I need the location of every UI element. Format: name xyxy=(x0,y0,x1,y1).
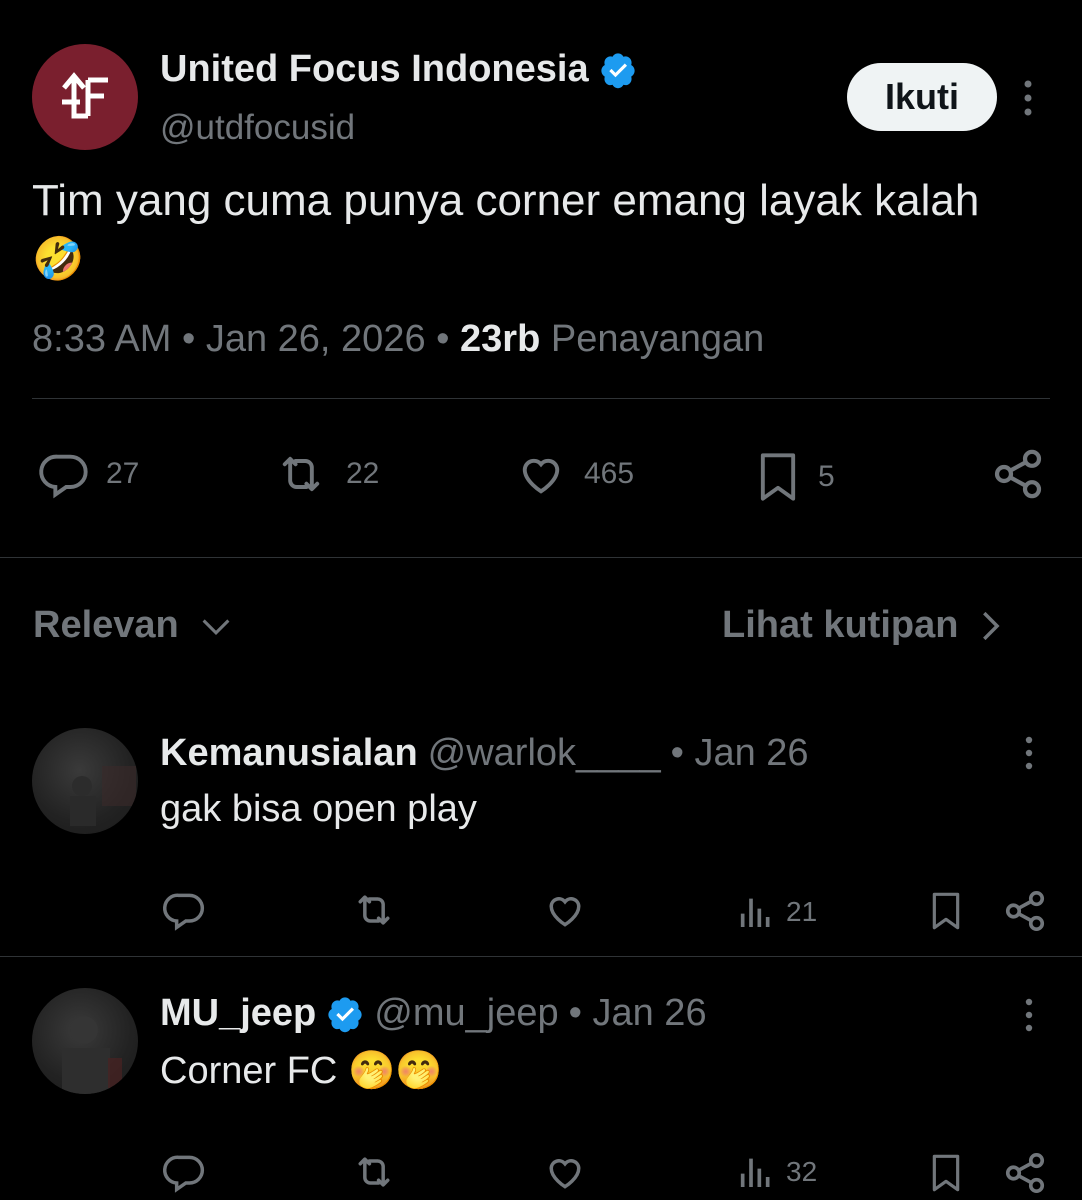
views-icon xyxy=(740,898,770,927)
reply-avatar[interactable] xyxy=(32,988,138,1094)
sort-dropdown[interactable]: Relevan xyxy=(33,604,233,647)
retweet-icon[interactable] xyxy=(350,1150,398,1194)
bookmark-icon[interactable] xyxy=(926,888,966,934)
share-icon[interactable] xyxy=(1002,1150,1048,1196)
views-button[interactable]: 21 xyxy=(736,892,817,932)
more-icon[interactable] xyxy=(1014,996,1044,1036)
quotes-label: Lihat kutipan xyxy=(722,604,959,646)
retweet-icon xyxy=(282,456,320,492)
hand-over-mouth-emoji: 🤭🤭 xyxy=(347,1050,443,1092)
reply-icon[interactable] xyxy=(162,1150,206,1194)
reply-text: Corner FC 🤭🤭 xyxy=(160,1049,443,1093)
tweet-time[interactable]: 8:33 AM xyxy=(32,318,171,360)
utd-logo-icon xyxy=(62,72,108,119)
view-quotes-link[interactable]: Lihat kutipan xyxy=(722,604,1001,647)
reply-author-name[interactable]: MU_jeep xyxy=(160,992,316,1035)
views-count: 32 xyxy=(786,1156,818,1187)
author-avatar[interactable] xyxy=(32,44,138,150)
avatar-photo-icon xyxy=(70,766,136,826)
reply-date[interactable]: • Jan 26 xyxy=(671,732,809,775)
view-count: 23rb xyxy=(460,318,541,360)
author-name-text: United Focus Indonesia xyxy=(160,48,589,90)
divider xyxy=(32,398,1050,399)
views-button[interactable]: 32 xyxy=(736,1152,817,1192)
like-button[interactable]: 465 xyxy=(512,448,634,500)
more-icon[interactable] xyxy=(1013,78,1043,118)
share-icon[interactable] xyxy=(990,446,1046,502)
author-handle[interactable]: @utdfocusid xyxy=(160,108,355,148)
reply-icon xyxy=(39,454,88,499)
chevron-right-icon xyxy=(983,611,1001,640)
bookmark-button[interactable]: 5 xyxy=(752,448,835,506)
like-count: 465 xyxy=(584,457,635,490)
retweet-count: 22 xyxy=(346,457,380,490)
reply-header: MU_jeep @mu_jeep • Jan 26 xyxy=(160,992,707,1035)
reply-header: Kemanusialan @warlok____ • Jan 26 xyxy=(160,732,809,775)
reply-text: gak bisa open play xyxy=(160,788,477,830)
divider xyxy=(0,557,1082,558)
reply-date[interactable]: • Jan 26 xyxy=(569,992,707,1035)
reply-icon[interactable] xyxy=(162,888,206,932)
tweet-meta: 8:33 AM • Jan 26, 2026 • 23rb Penayangan xyxy=(32,318,765,360)
share-icon[interactable] xyxy=(1002,888,1048,934)
views-count: 21 xyxy=(786,896,818,927)
views-icon xyxy=(740,1158,770,1187)
reply-body: Corner FC xyxy=(160,1050,338,1092)
retweet-button[interactable]: 22 xyxy=(270,448,379,500)
view-label: Penayangan xyxy=(550,318,765,360)
retweet-icon[interactable] xyxy=(350,888,398,932)
bookmark-icon[interactable] xyxy=(926,1150,966,1196)
like-icon xyxy=(522,458,560,494)
reply-count: 27 xyxy=(106,457,140,490)
sort-label: Relevan xyxy=(33,604,179,646)
bookmark-count: 5 xyxy=(818,460,835,493)
divider xyxy=(0,956,1082,957)
reply-button[interactable]: 27 xyxy=(36,448,139,500)
bookmark-icon xyxy=(760,453,796,501)
tweet-body: Tim yang cuma punya corner emang layak k… xyxy=(32,176,980,225)
reply-author-handle[interactable]: @mu_jeep xyxy=(374,992,558,1035)
like-icon[interactable] xyxy=(542,1150,588,1194)
verified-icon xyxy=(600,52,635,88)
follow-button[interactable]: Ikuti xyxy=(847,63,997,131)
verified-icon xyxy=(328,996,362,1032)
tweet-date[interactable]: Jan 26, 2026 xyxy=(206,318,426,360)
like-icon[interactable] xyxy=(542,888,588,932)
reply-author-handle[interactable]: @warlok____ xyxy=(428,732,661,775)
avatar-photo-icon xyxy=(62,1016,122,1094)
rofl-emoji: 🤣 xyxy=(32,235,85,282)
tweet-text: Tim yang cuma punya corner emang layak k… xyxy=(32,172,1042,288)
author-name[interactable]: United Focus Indonesia xyxy=(160,48,637,91)
more-icon[interactable] xyxy=(1014,734,1044,774)
reply-author-name[interactable]: Kemanusialan xyxy=(160,732,418,775)
chevron-down-icon xyxy=(202,618,230,635)
reply-avatar[interactable] xyxy=(32,728,138,834)
